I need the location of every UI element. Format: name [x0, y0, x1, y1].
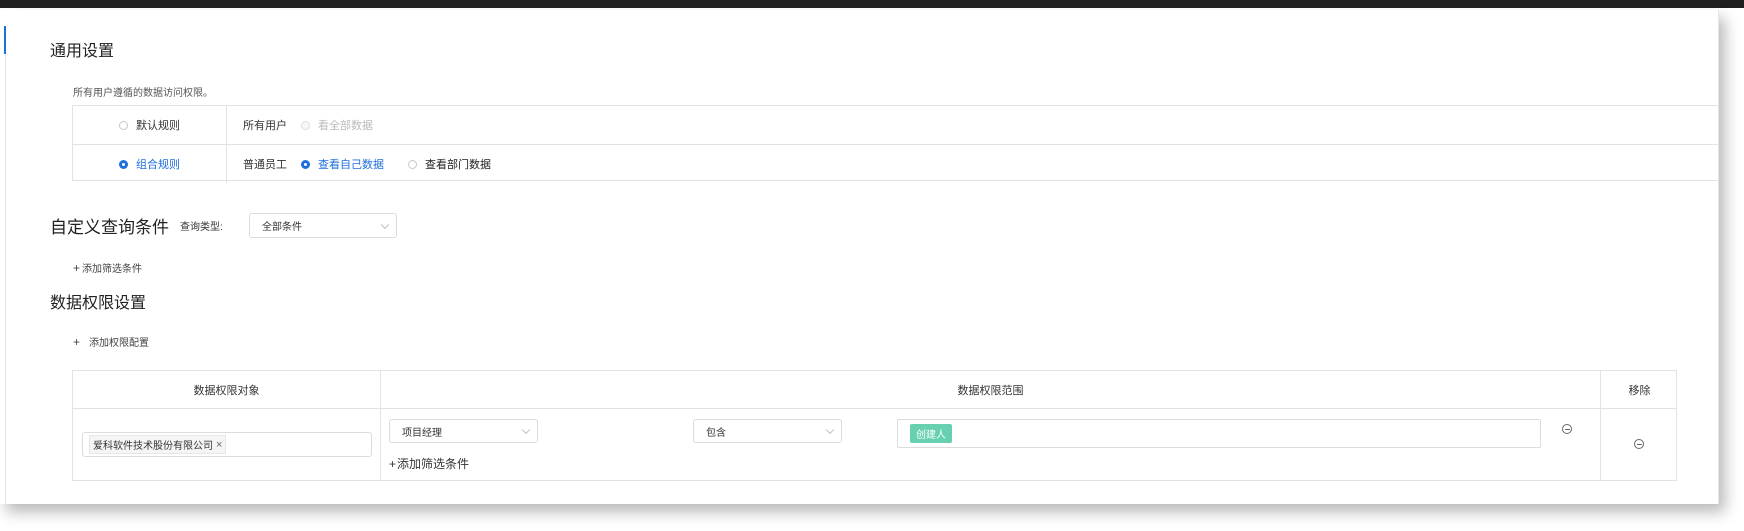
- query-type-select[interactable]: 全部条件: [249, 213, 397, 238]
- settings-panel: 通用设置 所有用户遵循的数据访问权限。 默认规则 所有用户 看全部数据 组合规则: [0, 10, 1719, 504]
- general-rules-table: 默认规则 所有用户 看全部数据 组合规则 普通员工 查看自己数据 查看部门数据: [72, 105, 1718, 183]
- option-label: 看全部数据: [318, 120, 373, 132]
- header-remove: 移除: [1628, 385, 1651, 397]
- object-tag: 爱科软件技术股份有限公司 ×: [89, 435, 227, 454]
- operator-select[interactable]: 包含: [693, 419, 842, 443]
- radio-checked-icon[interactable]: [119, 159, 128, 169]
- operator-value: 包含: [706, 427, 726, 439]
- rule-detail: 普通员工 查看自己数据 查看部门数据: [243, 145, 491, 183]
- panel-left-border: [5, 54, 6, 504]
- header-permission-object: 数据权限对象: [193, 385, 260, 397]
- chevron-down-icon: [825, 425, 835, 435]
- close-icon[interactable]: ×: [216, 439, 222, 451]
- remove-row-icon[interactable]: [1634, 439, 1644, 449]
- radio-unchecked-icon[interactable]: [119, 120, 128, 130]
- rule-row-combined: 组合规则 普通员工 查看自己数据 查看部门数据: [73, 144, 1718, 183]
- plus-icon: +: [389, 456, 397, 471]
- query-type-value: 全部条件: [262, 222, 302, 233]
- option-view-all-data: 看全部数据: [301, 117, 373, 133]
- rule-row-default: 默认规则 所有用户 看全部数据: [73, 106, 1718, 144]
- rule-detail: 所有用户 看全部数据: [243, 106, 373, 144]
- add-scope-label: 添加筛选条件: [397, 457, 470, 471]
- plus-icon: +: [73, 334, 81, 349]
- radio-disabled-icon: [301, 120, 310, 130]
- add-permission-label: 添加权限配置: [89, 338, 150, 349]
- header-permission-scope: 数据权限范围: [957, 385, 1024, 397]
- field-select[interactable]: 项目经理: [389, 419, 538, 443]
- option-label: 查看自己数据: [318, 159, 384, 171]
- custom-query-title: 自定义查询条件: [50, 218, 169, 237]
- add-filter-label: 添加筛选条件: [82, 264, 143, 275]
- general-settings-title: 通用设置: [50, 43, 115, 60]
- plus-icon: +: [73, 260, 81, 275]
- radio-checked-icon[interactable]: [301, 159, 310, 169]
- value-tag: 创建人: [910, 424, 952, 443]
- radio-unchecked-icon[interactable]: [408, 159, 417, 169]
- add-scope-condition-button[interactable]: + 添加筛选条件: [389, 455, 469, 472]
- permission-table: 数据权限对象 数据权限范围 移除 爱科软件技术股份有限公司 × 项目经理 包含 …: [72, 370, 1677, 481]
- chevron-down-icon: [521, 425, 531, 435]
- object-tag-label: 爱科软件技术股份有限公司: [93, 441, 213, 452]
- rule-target: 普通员工: [243, 159, 287, 171]
- add-permission-config-button[interactable]: + 添加权限配置: [73, 334, 150, 350]
- field-value: 项目经理: [402, 427, 442, 439]
- rule-option-combined-inner: 组合规则: [119, 156, 180, 172]
- permission-object-input[interactable]: 爱科软件技术股份有限公司 ×: [82, 432, 372, 457]
- remove-condition-icon[interactable]: [1562, 424, 1572, 434]
- rule-label: 组合规则: [136, 159, 180, 171]
- query-type-label: 查询类型:: [180, 222, 223, 233]
- active-indicator: [4, 26, 6, 54]
- add-filter-condition-button[interactable]: + 添加筛选条件: [73, 260, 143, 276]
- top-bar: [0, 0, 1744, 8]
- value-input[interactable]: 创建人: [897, 419, 1541, 448]
- option-view-own-data[interactable]: 查看自己数据: [301, 156, 384, 172]
- option-view-department-data[interactable]: 查看部门数据: [408, 156, 491, 172]
- rule-option-default[interactable]: 默认规则: [73, 106, 227, 144]
- rule-target: 所有用户: [243, 120, 287, 132]
- data-permission-title: 数据权限设置: [50, 295, 147, 312]
- option-label: 查看部门数据: [425, 159, 491, 171]
- rule-option-combined[interactable]: 组合规则: [73, 145, 227, 183]
- chevron-down-icon: [380, 220, 390, 229]
- rule-label: 默认规则: [136, 120, 180, 132]
- general-settings-description: 所有用户遵循的数据访问权限。: [73, 88, 213, 99]
